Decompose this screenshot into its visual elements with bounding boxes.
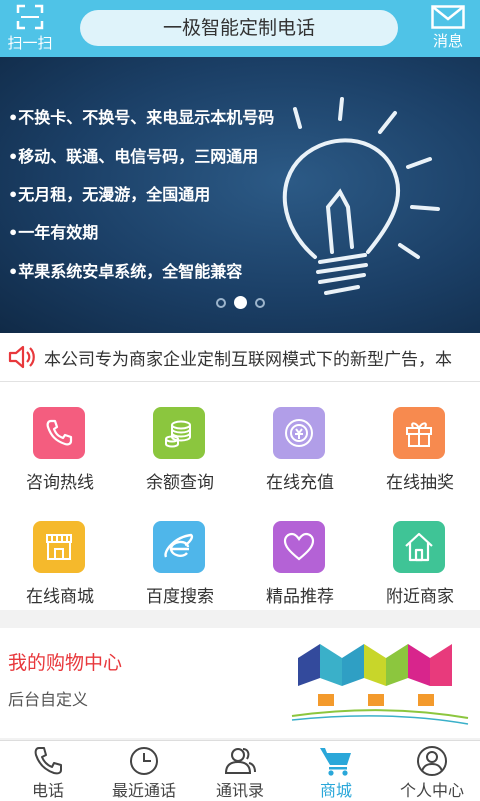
phone-icon bbox=[33, 407, 85, 459]
store-icon bbox=[33, 521, 85, 573]
grid-item-label: 百度搜索 bbox=[146, 587, 214, 607]
speaker-icon bbox=[8, 345, 35, 369]
scan-button[interactable]: 扫一扫 bbox=[4, 0, 56, 57]
nav-item-label: 商城 bbox=[319, 781, 352, 800]
shopping-center-title: 我的购物中心 bbox=[8, 652, 123, 674]
promo-banner[interactable]: •不换卡、不换号、来电显示本机号码 •移动、联通、电信号码，三网通用 •无月租，… bbox=[0, 57, 480, 333]
grid-item-label: 余额查询 bbox=[146, 473, 214, 493]
grid-item-hotline[interactable]: 咨询热线 bbox=[0, 382, 120, 496]
phone-icon bbox=[34, 747, 62, 775]
grid-item-recommend[interactable]: 精品推荐 bbox=[240, 496, 360, 610]
coin-icon bbox=[273, 407, 325, 459]
nav-item-label: 电话 bbox=[31, 781, 64, 800]
grid-item-recharge[interactable]: 在线充值 bbox=[240, 382, 360, 496]
banner-line: •移动、联通、电信号码，三网通用 bbox=[8, 147, 259, 166]
shopping-center-card[interactable]: 我的购物中心 后台自定义 bbox=[0, 628, 480, 738]
banner-line: •不换卡、不换号、来电显示本机号码 bbox=[8, 108, 275, 127]
nav-item-mall[interactable]: 商城 bbox=[288, 741, 384, 801]
scan-label: 扫一扫 bbox=[7, 34, 53, 52]
message-button[interactable]: 消息 bbox=[424, 0, 472, 57]
banner-line: •无月租，无漫游，全国通用 bbox=[8, 185, 211, 204]
grid-item-mall[interactable]: 在线商城 bbox=[0, 496, 120, 610]
nav-item-phone[interactable]: 电话 bbox=[0, 741, 96, 801]
message-label: 消息 bbox=[432, 32, 463, 50]
grid-item-label: 在线抽奖 bbox=[386, 473, 454, 493]
scan-icon bbox=[16, 4, 44, 30]
bottom-nav: 电话 最近通话 通讯录 商城 个人中心 bbox=[0, 740, 480, 801]
carousel-dot[interactable] bbox=[215, 297, 226, 308]
carousel-dot-active[interactable] bbox=[233, 296, 247, 309]
page-title: 一极智能定制电话 bbox=[80, 10, 398, 46]
coins-icon bbox=[153, 407, 205, 459]
contacts-icon bbox=[224, 748, 256, 774]
grid-item-label: 咨询热线 bbox=[26, 473, 94, 493]
home-icon bbox=[393, 521, 445, 573]
grid-item-lottery[interactable]: 在线抽奖 bbox=[360, 382, 480, 496]
grid-item-label: 在线充值 bbox=[266, 473, 334, 493]
gift-icon bbox=[393, 407, 445, 459]
banner-line: •苹果系统安卓系统，全智能兼容 bbox=[8, 262, 243, 281]
nav-item-profile[interactable]: 个人中心 bbox=[384, 741, 480, 801]
notice-bar[interactable]: 本公司专为商家企业定制互联网模式下的新型广告，本 bbox=[0, 333, 480, 382]
grid-item-search[interactable]: 百度搜索 bbox=[120, 496, 240, 610]
top-bar: 扫一扫 一极智能定制电话 消息 bbox=[0, 0, 480, 57]
grid-item-label: 在线商城 bbox=[26, 587, 94, 607]
banner-line: •一年有效期 bbox=[8, 223, 99, 242]
nav-item-label: 个人中心 bbox=[399, 781, 464, 800]
carousel-dots bbox=[0, 292, 480, 311]
nav-item-label: 最近通话 bbox=[111, 781, 176, 800]
envelope-icon bbox=[431, 5, 465, 29]
grid-item-balance[interactable]: 余额查询 bbox=[120, 382, 240, 496]
nav-item-recent-calls[interactable]: 最近通话 bbox=[96, 741, 192, 801]
carousel-dot[interactable] bbox=[254, 297, 265, 308]
grid-item-nearby[interactable]: 附近商家 bbox=[360, 496, 480, 610]
clock-icon bbox=[130, 747, 158, 775]
user-icon bbox=[417, 746, 447, 776]
nav-item-label: 通讯录 bbox=[215, 781, 264, 800]
shopping-center-subtitle: 后台自定义 bbox=[8, 690, 89, 709]
notice-text: 本公司专为商家企业定制互联网模式下的新型广告，本 bbox=[44, 350, 452, 370]
grid-item-label: 精品推荐 bbox=[266, 587, 334, 607]
browser-icon bbox=[153, 521, 205, 573]
heart-icon bbox=[273, 521, 325, 573]
shop-houses-illustration bbox=[291, 644, 469, 725]
nav-item-contacts[interactable]: 通讯录 bbox=[192, 741, 288, 801]
grid-item-label: 附近商家 bbox=[386, 587, 454, 607]
feature-grid: 咨询热线 余额查询 在线充值 在线抽奖 在线商城 百度搜索 精品推荐 附近商家 bbox=[0, 382, 480, 610]
cart-icon bbox=[320, 748, 351, 776]
